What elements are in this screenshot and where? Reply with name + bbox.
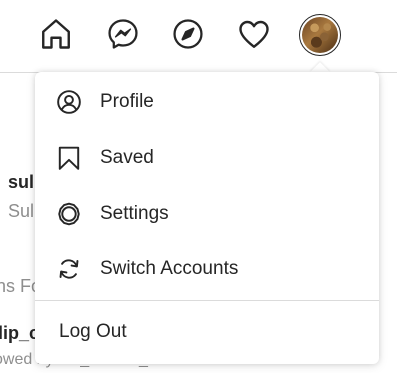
profile-icon [56, 89, 82, 115]
menu-item-label: Profile [100, 91, 154, 112]
menu-divider [35, 300, 379, 301]
settings-gear-icon [56, 201, 82, 227]
background-username: sul [8, 172, 35, 192]
menu-item-switch-accounts[interactable]: Switch Accounts [35, 243, 379, 295]
messenger-icon[interactable] [105, 16, 141, 52]
top-navigation-bar [0, 0, 397, 73]
menu-item-log-out[interactable]: Log Out [35, 306, 379, 358]
menu-item-saved[interactable]: Saved [35, 132, 379, 184]
explore-compass-icon[interactable] [170, 16, 206, 52]
menu-item-profile[interactable]: Profile [35, 76, 379, 128]
switch-accounts-icon [56, 256, 82, 282]
background-subtext: Sul [8, 201, 35, 221]
menu-item-label: Settings [100, 203, 169, 224]
background-suggestion-name: lip_c [0, 323, 40, 343]
activity-heart-icon[interactable] [236, 16, 272, 52]
bookmark-icon [56, 145, 82, 171]
home-icon[interactable] [38, 16, 74, 52]
menu-item-label: Saved [100, 147, 154, 168]
menu-item-label: Switch Accounts [100, 258, 239, 279]
avatar-image [302, 17, 338, 53]
profile-avatar[interactable] [299, 14, 341, 56]
log-out-label: Log Out [59, 321, 127, 342]
profile-dropdown-menu: Profile Saved Settings Switch Accounts L… [35, 72, 379, 364]
menu-item-settings[interactable]: Settings [35, 188, 379, 240]
